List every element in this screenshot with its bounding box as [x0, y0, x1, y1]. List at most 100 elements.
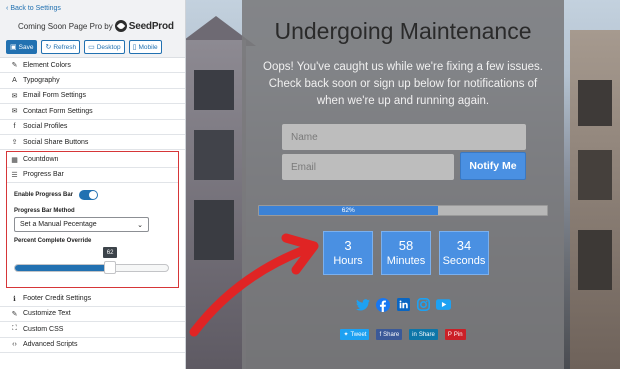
slider-handle[interactable] — [104, 261, 117, 275]
css-icon: ⛶ — [12, 325, 17, 333]
share-button-label: Tweet — [350, 331, 367, 338]
menu-item-label: Countdown — [23, 156, 59, 164]
enable-progress-bar-row: Enable Progress Bar — [14, 189, 171, 201]
save-button[interactable]: ▣ Save — [6, 40, 38, 54]
pinterest-share-button[interactable]: P Pin — [444, 329, 466, 340]
envelope-icon: ✉ — [11, 108, 18, 116]
settings-menu-top: ✎ Element Colors A Typography ✉ Email Fo… — [0, 58, 185, 151]
progress-bar-fill: 62% — [259, 206, 438, 215]
chevron-down-icon: ⌄ — [137, 221, 143, 229]
mobile-button-label: Mobile — [138, 43, 158, 51]
progress-bar-highlight-panel: ▦ Countdown ☰ Progress Bar Enable Progre… — [6, 151, 179, 289]
facebook-icon: f — [379, 331, 382, 338]
menu-item-label: Element Colors — [23, 61, 71, 69]
menu-item-contact-form-settings[interactable]: ✉ Contact Form Settings — [0, 104, 185, 120]
brand-name: SeedProd — [128, 20, 174, 32]
envelope-icon: ✉ — [11, 92, 18, 100]
background-window — [194, 130, 234, 180]
code-icon: ‹› — [12, 341, 17, 349]
progress-bar-settings: Enable Progress Bar Progress Bar Method … — [7, 183, 178, 275]
notify-me-button[interactable]: Notify Me — [460, 152, 526, 180]
page-preview: Undergoing Maintenance Oops! You've caug… — [186, 0, 620, 369]
refresh-button[interactable]: ↻ Refresh — [41, 40, 81, 54]
share-button-label: Share — [418, 331, 435, 338]
mobile-icon: ▯ — [132, 44, 137, 51]
menu-item-footer-credit-settings[interactable]: ℹ Footer Credit Settings — [0, 291, 185, 307]
paint-brush-icon: ✎ — [11, 62, 18, 70]
chevron-left-icon: ‹ — [6, 5, 9, 12]
linkedin-icon[interactable] — [396, 297, 411, 312]
seedprod-logo: SeedProd — [114, 20, 174, 32]
desktop-icon: ▭ — [88, 44, 95, 51]
pinterest-icon: P — [447, 331, 452, 338]
save-icon: ▣ — [10, 44, 17, 51]
countdown-timer: 3 Hours 58 Minutes 34 Seconds — [323, 231, 489, 275]
menu-item-countdown[interactable]: ▦ Countdown — [7, 152, 178, 168]
countdown-value: 58 — [398, 237, 414, 253]
menu-item-label: Progress Bar — [23, 171, 64, 179]
info-icon: ℹ — [13, 295, 16, 303]
background-window — [578, 230, 612, 290]
enable-progress-bar-label: Enable Progress Bar — [14, 192, 74, 199]
sidebar-header: ‹ Back to Settings Coming Soon Page Pro … — [0, 0, 185, 58]
slider-value-tooltip: 62 — [103, 247, 118, 259]
countdown-value: 3 — [344, 237, 352, 253]
menu-item-label: Contact Form Settings — [23, 107, 93, 115]
progress-method-select[interactable]: Set a Manual Pecentage ⌄ — [14, 217, 149, 233]
menu-item-label: Footer Credit Settings — [23, 295, 92, 303]
facebook-square-icon: f — [13, 123, 16, 131]
save-button-label: Save — [18, 43, 34, 51]
progress-bar-icon: ☰ — [11, 171, 18, 179]
countdown-seconds: 34 Seconds — [439, 231, 489, 275]
facebook-icon[interactable] — [376, 297, 391, 312]
social-profiles — [242, 297, 564, 312]
menu-item-label: Customize Text — [23, 310, 71, 318]
menu-item-label: Social Share Buttons — [23, 138, 89, 146]
settings-menu-bottom: ℹ Footer Credit Settings ✎ Customize Tex… — [0, 291, 185, 353]
email-field[interactable]: Email — [282, 154, 454, 180]
share-button-label: Pin — [453, 331, 463, 338]
enable-progress-bar-toggle[interactable] — [79, 190, 99, 201]
slider-track[interactable] — [14, 264, 169, 273]
refresh-button-label: Refresh — [53, 43, 77, 51]
instagram-icon[interactable] — [416, 297, 431, 312]
sidebar-toolbar: ▣ Save ↻ Refresh ▭ Desktop ▯ Mobile — [6, 40, 179, 54]
progress-method-label: Progress Bar Method — [14, 208, 75, 215]
desktop-view-button[interactable]: ▭ Desktop — [84, 40, 125, 54]
menu-item-social-profiles[interactable]: f Social Profiles — [0, 120, 185, 135]
maintenance-card: Undergoing Maintenance Oops! You've caug… — [242, 0, 564, 369]
twitter-icon[interactable] — [356, 297, 371, 312]
desktop-button-label: Desktop — [96, 43, 121, 51]
mobile-view-button[interactable]: ▯ Mobile — [128, 40, 162, 54]
linkedin-share-button[interactable]: in Share — [409, 329, 438, 340]
twitter-icon: ✦ — [343, 332, 349, 338]
menu-item-element-colors[interactable]: ✎ Element Colors — [0, 58, 185, 74]
menu-item-customize-text[interactable]: ✎ Customize Text — [0, 307, 185, 323]
name-field[interactable]: Name — [282, 124, 526, 150]
background-window — [194, 70, 234, 110]
background-window — [578, 80, 612, 126]
menu-item-label: Custom CSS — [23, 325, 64, 333]
tweet-share-button[interactable]: ✦ Tweet — [340, 329, 370, 340]
menu-item-progress-bar[interactable]: ☰ Progress Bar — [7, 168, 178, 184]
back-to-settings-link[interactable]: ‹ Back to Settings — [6, 4, 179, 13]
back-link-label: Back to Settings — [10, 5, 61, 12]
linkedin-icon: in — [412, 331, 417, 338]
percent-override-slider[interactable]: 62 — [14, 245, 171, 275]
countdown-unit: Hours — [333, 254, 363, 267]
menu-item-advanced-scripts[interactable]: ‹› Advanced Scripts — [0, 338, 185, 353]
share-button-label: Share — [383, 331, 400, 338]
progress-method-value: Set a Manual Pecentage — [20, 221, 97, 229]
background-window — [578, 150, 612, 200]
progress-bar: 62% — [258, 205, 548, 216]
countdown-unit: Minutes — [386, 254, 426, 267]
menu-item-email-form-settings[interactable]: ✉ Email Form Settings — [0, 89, 185, 105]
menu-item-social-share-buttons[interactable]: ⇪ Social Share Buttons — [0, 135, 185, 151]
menu-item-label: Typography — [23, 77, 60, 85]
youtube-icon[interactable] — [435, 297, 451, 312]
menu-item-custom-css[interactable]: ⛶ Custom CSS — [0, 322, 185, 338]
countdown-minutes: 58 Minutes — [381, 231, 431, 275]
menu-item-typography[interactable]: A Typography — [0, 73, 185, 89]
menu-item-label: Social Profiles — [23, 123, 68, 131]
facebook-share-button[interactable]: f Share — [376, 329, 403, 340]
